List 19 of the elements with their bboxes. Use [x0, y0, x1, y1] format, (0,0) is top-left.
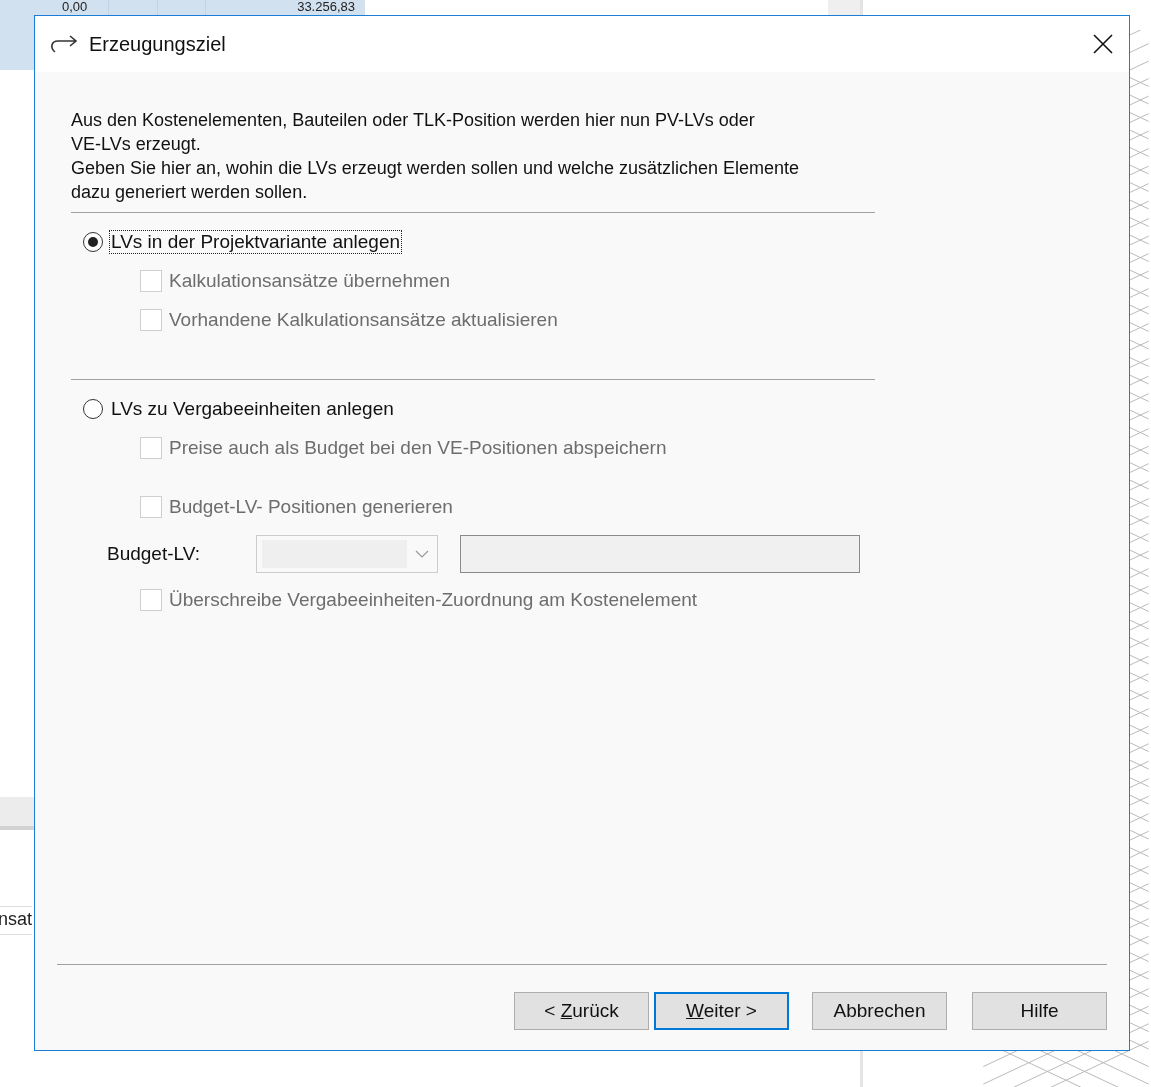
curved-arrow-icon — [49, 34, 79, 54]
table-cell: nsat — [0, 906, 33, 935]
dialog-button[interactable]: Hilfe — [972, 992, 1107, 1030]
dialog-button[interactable]: Weiter > — [654, 992, 789, 1030]
radio-button[interactable] — [83, 399, 103, 419]
radio-label[interactable]: LVs in der Projektvariante anlegen — [109, 230, 403, 254]
text-field[interactable] — [460, 535, 860, 573]
field-label: Budget-LV: — [107, 543, 201, 565]
close-icon[interactable] — [1093, 34, 1113, 54]
dialog-button[interactable]: < Zurück — [514, 992, 649, 1030]
description-text: Geben Sie hier an, wohin die LVs erzeugt werden sollen und welche zusätzlichen Elemente dazu generiert werden sollen. — [71, 157, 801, 204]
dialog-button[interactable]: Abbrechen — [812, 992, 947, 1030]
table-cell: 33.256,83 — [297, 0, 355, 14]
window-title: Erzeugungsziel — [89, 32, 227, 56]
chevron-down-icon — [415, 550, 429, 558]
table-cell: 0,00 — [62, 0, 88, 14]
radio-button[interactable] — [83, 232, 103, 252]
radio-label[interactable]: LVs zu Vergabeeinheiten anlegen — [109, 397, 396, 421]
description-text: Aus den Kostenelementen, Bauteilen oder TLK-Position werden hier nun PV-LVs oder VE-LVs erzeugt. — [71, 109, 756, 156]
